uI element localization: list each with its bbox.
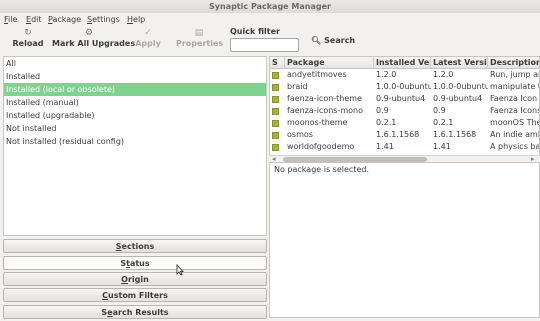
table-row[interactable]: moonos-theme 0.2.1 0.2.1 moonOS Theme [270, 117, 539, 129]
package-table: S Package Installed Versi Latest Version… [269, 56, 540, 162]
properties-button[interactable]: ▤ Properties [176, 28, 223, 52]
quick-filter-input[interactable] [230, 38, 299, 52]
properties-icon: ▤ [194, 28, 204, 38]
table-row[interactable]: andyetitmoves 1.2.0 1.2.0 Run, jump an [270, 69, 539, 81]
magnifier-icon: 🔍︎ [311, 36, 322, 45]
filter-item-not-installed-residual[interactable]: Not installed (residual config) [4, 135, 266, 148]
table-row[interactable]: braid 1.0.0-0ubuntu 1.0.0-0ubuntu manipu… [270, 81, 539, 93]
toolbar: ↻ Reload ⚙ Mark All Upgrades ✓ Apply ▤ P… [0, 26, 540, 54]
table-horizontal-scrollbar[interactable]: ◂ ▸ [269, 155, 540, 163]
filter-list: All Installed Installed (local or obsole… [3, 56, 267, 236]
search-button[interactable]: 🔍︎ Search [311, 34, 355, 48]
installed-status-icon[interactable] [272, 72, 279, 79]
installed-status-icon[interactable] [272, 144, 279, 151]
menu-settings[interactable]: Settings [87, 13, 120, 26]
table-row[interactable]: osmos 1.6.1.1568 1.6.1.1568 An indie amb [270, 129, 539, 141]
filter-item-installed-local-or-obsolete[interactable]: Installed (local or obsolete) [4, 83, 266, 96]
table-row[interactable]: worldofgoodemo 1.41 1.41 A physics bas [270, 141, 539, 153]
table-row[interactable]: faenza-icons-mono 0.9 0.9 Faenza Icons [270, 105, 539, 117]
menu-file[interactable]: File [4, 13, 17, 26]
menu-package[interactable]: Package [48, 13, 81, 26]
filter-item-installed[interactable]: Installed [4, 70, 266, 83]
filter-item-not-installed[interactable]: Not installed [4, 122, 266, 135]
quick-filter-label: Quick filter [230, 27, 280, 36]
origin-button[interactable]: Origin [3, 272, 267, 286]
menu-edit[interactable]: Edit [26, 13, 42, 26]
filter-item-all[interactable]: All [4, 57, 266, 70]
column-header-installed-version[interactable]: Installed Versi [374, 57, 431, 69]
table-row[interactable]: faenza-icon-theme 0.9-ubuntu4 0.9-ubuntu… [270, 93, 539, 105]
window-titlebar: Synaptic Package Manager [0, 0, 540, 13]
mouse-cursor-icon [176, 264, 184, 276]
installed-status-icon[interactable] [272, 132, 279, 139]
installed-status-icon[interactable] [272, 84, 279, 91]
menubar: File Edit Package Settings Help [0, 13, 540, 26]
installed-status-icon[interactable] [272, 120, 279, 127]
installed-status-icon[interactable] [272, 96, 279, 103]
package-description-pane: No package is selected. [269, 162, 540, 318]
apply-icon: ✓ [144, 28, 152, 38]
installed-status-icon[interactable] [272, 108, 279, 115]
gear-icon: ⚙ [84, 28, 94, 38]
column-header-status[interactable]: S [270, 57, 285, 69]
description-text: No package is selected. [274, 165, 369, 174]
reload-button[interactable]: ↻ Reload [12, 28, 44, 52]
table-header: S Package Installed Versi Latest Version… [270, 57, 539, 69]
window-title: Synaptic Package Manager [209, 2, 331, 11]
column-header-description[interactable]: Description [488, 57, 539, 69]
filter-item-installed-manual[interactable]: Installed (manual) [4, 96, 266, 109]
search-results-button[interactable]: Search Results [3, 305, 267, 319]
menu-help[interactable]: Help [127, 13, 145, 26]
reload-icon: ↻ [24, 28, 32, 38]
filter-item-installed-upgradable[interactable]: Installed (upgradable) [4, 109, 266, 122]
mark-all-upgrades-button[interactable]: ⚙ Mark All Upgrades [52, 28, 135, 52]
apply-button[interactable]: ✓ Apply [134, 28, 162, 52]
column-header-latest-version[interactable]: Latest Version [431, 57, 488, 69]
column-header-package[interactable]: Package [285, 57, 374, 69]
status-button[interactable]: Status [3, 256, 267, 270]
custom-filters-button[interactable]: Custom Filters [3, 288, 267, 302]
sections-button[interactable]: Sections [3, 239, 267, 253]
